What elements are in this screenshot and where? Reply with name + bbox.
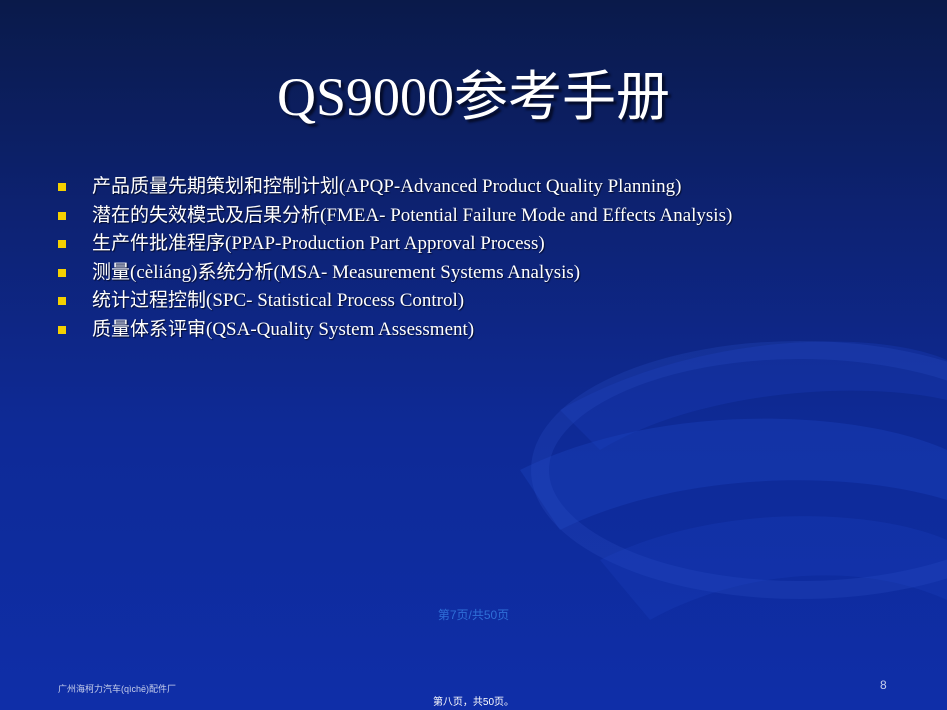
bullet-item: 生产件批准程序(PPAP-Production Part Approval Pr… <box>56 230 732 259</box>
square-bullet-icon <box>58 183 66 191</box>
page-counter: 第7页/共50页 <box>437 608 510 622</box>
swoosh-middle-arc <box>520 418 947 530</box>
bullet-item: 质量体系评审(QSA-Quality System Assessment) <box>56 316 732 345</box>
slide-title: QS9000参考手册 <box>276 67 671 127</box>
bullet-text: 统计过程控制(SPC- Statistical Process Control) <box>92 290 465 312</box>
bullet-list: 产品质量先期策划和控制计划(APQP-Advanced Product Qual… <box>56 173 732 345</box>
bullet-item: 统计过程控制(SPC- Statistical Process Control) <box>56 287 732 316</box>
square-bullet-icon <box>58 325 66 334</box>
bullet-text: 测量(cèliáng)系统分析(MSA- Measurement Systems… <box>92 261 581 283</box>
bullet-item: 潜在的失效模式及后果分析(FMEA- Potential Failure Mod… <box>56 202 732 231</box>
bullet-text: 潜在的失效模式及后果分析(FMEA- Potential Failure Mod… <box>92 204 733 226</box>
slide-number: 8 <box>880 678 887 692</box>
bullet-text: 产品质量先期策划和控制计划(APQP-Advanced Product Qual… <box>92 176 682 197</box>
footer-page-info: 第八页，共50页。 <box>432 697 515 708</box>
bullet-text: 质量体系评审(QSA-Quality System Assessment) <box>92 318 475 340</box>
bullet-item: 测量(cèliáng)系统分析(MSA- Measurement Systems… <box>56 259 732 288</box>
square-bullet-icon <box>58 240 66 249</box>
bullet-text: 生产件批准程序(PPAP-Production Part Approval Pr… <box>92 233 545 255</box>
square-bullet-icon <box>58 211 66 220</box>
square-bullet-icon <box>58 268 66 277</box>
bullet-item: 产品质量先期策划和控制计划(APQP-Advanced Product Qual… <box>56 173 732 202</box>
slide: QS9000参考手册 产品质量先期策划和控制计划(APQP-Advanced P… <box>0 0 947 710</box>
square-bullet-icon <box>58 297 66 306</box>
